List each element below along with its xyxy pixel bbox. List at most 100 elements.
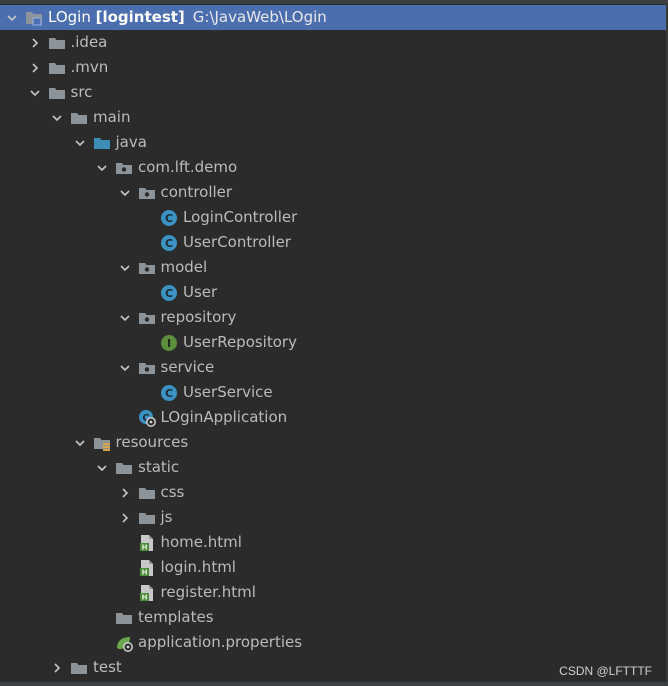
folder-icon bbox=[70, 659, 88, 677]
chevron-down-icon[interactable] bbox=[94, 155, 110, 180]
tree-node-main[interactable]: main bbox=[0, 105, 666, 130]
tree-node-mvn[interactable]: .mvn bbox=[0, 55, 666, 80]
tree-node-label: css bbox=[161, 480, 185, 505]
tree-node-label: templates bbox=[138, 605, 214, 630]
node-name: application.properties bbox=[138, 633, 303, 651]
svg-text:I: I bbox=[167, 337, 171, 350]
folder-icon bbox=[138, 509, 156, 527]
tree-node-label: static bbox=[138, 455, 179, 480]
resources-folder-icon bbox=[93, 434, 111, 452]
tree-node-label: LOgin [logintest] G:\JavaWeb\LOgin bbox=[48, 5, 327, 30]
tree-node-label: LoginController bbox=[183, 205, 297, 230]
tree-node-com-lft-demo[interactable]: com.lft.demo bbox=[0, 155, 666, 180]
chevron-right-icon[interactable] bbox=[27, 30, 43, 55]
chevron-down-icon[interactable] bbox=[117, 255, 133, 280]
tree-node-idea[interactable]: .idea bbox=[0, 30, 666, 55]
node-name: controller bbox=[160, 183, 233, 201]
chevron-down-icon bbox=[119, 264, 130, 271]
tree-node-home-html[interactable]: Hhome.html bbox=[0, 530, 666, 555]
project-tree: LOgin [logintest] G:\JavaWeb\LOgin .idea .m… bbox=[0, 5, 666, 680]
node-name: home.html bbox=[160, 533, 242, 551]
node-name: test bbox=[93, 658, 122, 676]
html-file-icon: H bbox=[138, 534, 156, 552]
chevron-right-icon[interactable] bbox=[27, 55, 43, 80]
tree-node-label: application.properties bbox=[138, 630, 302, 655]
tree-node-login-html[interactable]: Hlogin.html bbox=[0, 555, 666, 580]
chevron-right-icon[interactable] bbox=[49, 655, 65, 680]
node-name: com.lft.demo bbox=[138, 158, 238, 176]
tree-node-login[interactable]: LOgin [logintest] G:\JavaWeb\LOgin bbox=[0, 5, 666, 30]
tree-node-label: test bbox=[93, 655, 122, 680]
chevron-down-icon bbox=[119, 364, 130, 371]
tree-node-resources[interactable]: resources bbox=[0, 430, 666, 455]
tree-node-loginapplication[interactable]: C LOginApplication bbox=[0, 405, 666, 430]
chevron-down-icon bbox=[97, 464, 107, 471]
package-icon bbox=[138, 309, 156, 327]
tree-node-label: UserController bbox=[183, 230, 291, 255]
folder-icon bbox=[70, 109, 88, 127]
node-name: UserService bbox=[183, 383, 273, 401]
folder-icon bbox=[138, 484, 156, 502]
tree-node-java[interactable]: java bbox=[0, 130, 666, 155]
node-name: register.html bbox=[160, 583, 256, 601]
chevron-right-icon[interactable] bbox=[117, 480, 133, 505]
tree-node-css[interactable]: css bbox=[0, 480, 666, 505]
svg-text:C: C bbox=[165, 387, 173, 400]
chevron-down-icon bbox=[119, 314, 130, 321]
chevron-down-icon[interactable] bbox=[117, 180, 133, 205]
folder-icon bbox=[48, 59, 66, 77]
chevron-down-icon[interactable] bbox=[49, 105, 65, 130]
window-top-edge bbox=[0, 0, 668, 4]
folder-icon bbox=[48, 84, 66, 102]
tree-node-logincontroller[interactable]: C LoginController bbox=[0, 205, 666, 230]
chevron-down-icon[interactable] bbox=[117, 305, 133, 330]
tree-node-label: main bbox=[93, 105, 130, 130]
tree-node-controller[interactable]: controller bbox=[0, 180, 666, 205]
tree-node-label: .mvn bbox=[71, 55, 109, 80]
chevron-right-icon[interactable] bbox=[117, 505, 133, 530]
tree-node-register-html[interactable]: Hregister.html bbox=[0, 580, 666, 605]
chevron-down-icon[interactable] bbox=[72, 430, 88, 455]
chevron-down-icon[interactable] bbox=[72, 130, 88, 155]
chevron-down-icon bbox=[74, 439, 85, 446]
folder-icon bbox=[115, 609, 133, 627]
tree-node-userrepository[interactable]: I UserRepository bbox=[0, 330, 666, 355]
chevron-down-icon[interactable] bbox=[4, 5, 20, 30]
tree-node-userservice[interactable]: C UserService bbox=[0, 380, 666, 405]
tree-node-repository[interactable]: repository bbox=[0, 305, 666, 330]
spring-app-class-icon: C bbox=[138, 409, 156, 427]
tree-node-application-properties[interactable]: application.properties bbox=[0, 630, 666, 655]
tree-node-static[interactable]: static bbox=[0, 455, 666, 480]
tree-node-src[interactable]: src bbox=[0, 80, 666, 105]
node-name: service bbox=[160, 358, 215, 376]
spring-properties-icon bbox=[115, 634, 133, 652]
chevron-down-icon[interactable] bbox=[94, 455, 110, 480]
svg-text:C: C bbox=[165, 212, 173, 225]
tree-node-label: login.html bbox=[161, 555, 236, 580]
chevron-right-icon bbox=[121, 487, 128, 498]
chevron-down-icon bbox=[29, 89, 40, 96]
tree-node-label: UserService bbox=[183, 380, 273, 405]
node-name: LoginController bbox=[183, 208, 298, 226]
interface-icon: I bbox=[160, 334, 178, 352]
chevron-down-icon[interactable] bbox=[27, 80, 43, 105]
node-name: static bbox=[138, 458, 180, 476]
folder-icon bbox=[115, 459, 133, 477]
class-icon: C bbox=[160, 234, 178, 252]
chevron-right-icon bbox=[54, 662, 61, 673]
tree-node-usercontroller[interactable]: C UserController bbox=[0, 230, 666, 255]
chevron-right-icon bbox=[31, 62, 38, 73]
html-file-icon: H bbox=[138, 584, 156, 602]
tree-node-js[interactable]: js bbox=[0, 505, 666, 530]
tree-node-user[interactable]: C User bbox=[0, 280, 666, 305]
tree-node-label: controller bbox=[161, 180, 233, 205]
window-bottom-edge bbox=[0, 682, 668, 686]
tree-node-templates[interactable]: templates bbox=[0, 605, 666, 630]
chevron-down-icon[interactable] bbox=[117, 355, 133, 380]
tree-node-service[interactable]: service bbox=[0, 355, 666, 380]
chevron-right-icon bbox=[31, 37, 38, 48]
node-name: java bbox=[115, 133, 147, 151]
tree-node-model[interactable]: model bbox=[0, 255, 666, 280]
node-name: resources bbox=[115, 433, 189, 451]
chevron-down-icon bbox=[7, 14, 17, 21]
